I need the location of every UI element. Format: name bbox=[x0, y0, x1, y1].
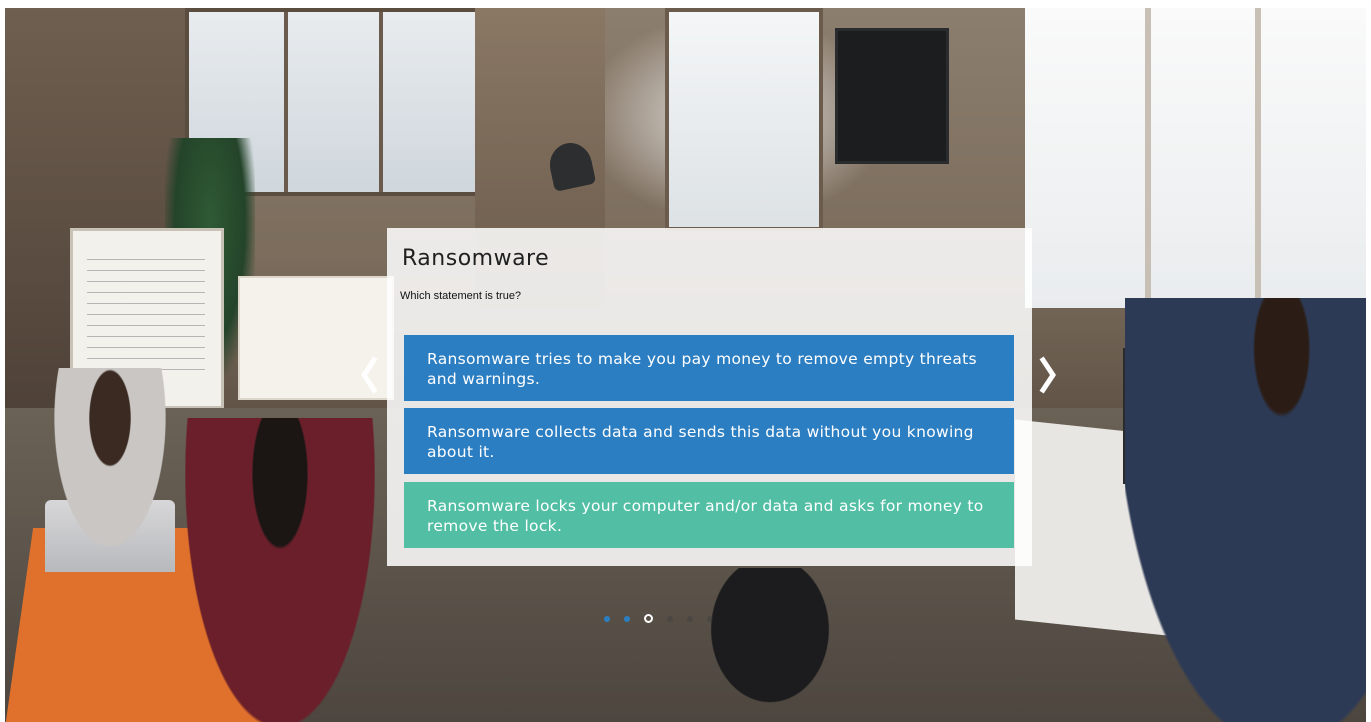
answer-label: Ransomware tries to make you pay money t… bbox=[427, 350, 977, 388]
answer-label: Ransomware locks your computer and/or da… bbox=[427, 497, 984, 535]
pager-dot[interactable] bbox=[707, 615, 713, 622]
window bbox=[1025, 8, 1366, 308]
answer-option[interactable]: Ransomware tries to make you pay money t… bbox=[404, 335, 1014, 401]
chevron-left-icon bbox=[359, 355, 379, 395]
answer-option[interactable]: Ransomware collects data and sends this … bbox=[404, 408, 1014, 474]
pager-dot-current[interactable] bbox=[644, 614, 653, 623]
window bbox=[665, 8, 823, 231]
chevron-right-icon bbox=[1038, 355, 1058, 395]
person bbox=[1125, 298, 1366, 722]
prev-slide-button[interactable] bbox=[356, 350, 382, 400]
question-text: Which statement is true? bbox=[400, 290, 522, 302]
office-chair bbox=[695, 568, 845, 722]
pager-dot[interactable] bbox=[687, 615, 693, 622]
question-card: Ransomware Which statement is true? Rans… bbox=[387, 228, 1032, 566]
pager-dot[interactable] bbox=[604, 615, 610, 622]
pager-dot[interactable] bbox=[624, 615, 630, 622]
slide-pager bbox=[604, 614, 713, 623]
person bbox=[45, 368, 175, 568]
slide-title: Ransomware bbox=[402, 246, 550, 271]
person bbox=[185, 418, 375, 722]
next-slide-button[interactable] bbox=[1035, 350, 1061, 400]
answer-label: Ransomware collects data and sends this … bbox=[427, 423, 974, 461]
answer-option-selected[interactable]: Ransomware locks your computer and/or da… bbox=[404, 482, 1014, 548]
pager-dot[interactable] bbox=[667, 615, 673, 622]
wall-tv bbox=[835, 28, 949, 164]
